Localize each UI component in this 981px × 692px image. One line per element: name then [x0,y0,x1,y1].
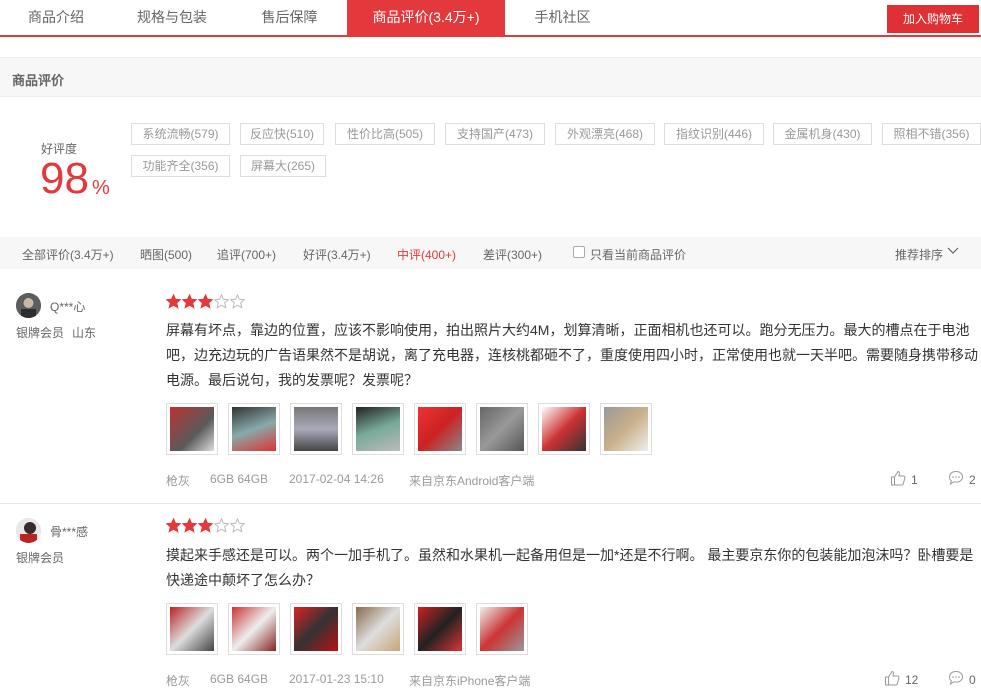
photo-thumbnail[interactable] [228,403,280,455]
review-tag[interactable]: 指纹识别(446) [664,123,764,145]
photo-thumbnail[interactable] [600,403,652,455]
photo-thumbnail[interactable] [538,403,590,455]
comment-date: 2017-02-04 14:26 [289,472,384,486]
star-filled-icon [166,294,181,309]
sort-dropdown[interactable]: 推荐排序 [895,246,943,263]
photo-thumbnail[interactable] [352,603,404,655]
product-tab-bar: 商品介绍 规格与包装 售后保障 商品评价(3.4万+) 手机社区 加入购物车 [0,0,981,37]
username: 骨***感 [50,525,89,539]
only-current-checkbox[interactable] [573,246,585,258]
photo-thumbnail[interactable] [228,603,280,655]
filter-all[interactable]: 全部评价(3.4万+) [22,246,114,263]
star-rating [166,294,246,309]
avatar[interactable] [16,293,41,318]
product-color: 枪灰 [166,474,191,488]
photo-thumbnail[interactable] [166,603,218,655]
review-tag[interactable]: 外观漂亮(468) [555,123,655,145]
comment-source: 来自京东iPhone客户端 [409,674,531,688]
photo-thumbnail[interactable] [290,603,342,655]
comment-divider [0,503,981,504]
star-empty-icon [230,518,245,533]
member-level: 银牌会员 [16,551,65,565]
like-count: 12 [905,673,919,687]
star-filled-icon [198,518,213,533]
section-header: 商品评价 [0,57,981,97]
product-spec: 6GB 64GB [210,472,269,486]
add-to-cart-button[interactable]: 加入购物车 [887,5,979,33]
filter-negative[interactable]: 差评(300+) [483,246,542,263]
section-title: 商品评价 [12,73,65,88]
review-tag[interactable]: 屏幕大(265) [240,155,326,177]
comment-bubble-icon[interactable] [948,670,964,686]
photo-thumbnail[interactable] [290,403,342,455]
photo-thumbnail[interactable] [166,403,218,455]
review-tag[interactable]: 照相不错(356) [882,123,981,145]
star-filled-icon [182,294,197,309]
rating-value: 98 [40,154,89,203]
star-filled-icon [182,518,197,533]
review-tag[interactable]: 功能齐全(356) [131,155,230,177]
star-filled-icon [198,294,213,309]
filter-followup[interactable]: 追评(700+) [217,246,276,263]
star-rating [166,518,246,533]
tab-after-sales[interactable]: 售后保障 [232,0,347,35]
photo-thumbnail[interactable] [414,403,466,455]
member-level: 银牌会员 [16,326,65,340]
thumbs-up-icon[interactable] [884,670,900,686]
reply-count: 2 [969,473,976,487]
user-location: 山东 [72,326,97,340]
product-spec: 6GB 64GB [210,672,269,686]
review-tag[interactable]: 金属机身(430) [773,123,872,145]
review-tag[interactable]: 系统流畅(579) [131,123,230,145]
tab-specs[interactable]: 规格与包装 [112,0,232,35]
filter-neutral[interactable]: 中评(400+) [397,246,456,263]
review-filter-bar: 全部评价(3.4万+) 晒图(500) 追评(700+) 好评(3.4万+) 中… [0,237,981,269]
comment-bubble-icon[interactable] [948,470,964,486]
product-color: 枪灰 [166,674,191,688]
comment-text: 摸起来手感还是可以。两个一加手机了。虽然和水果机一起备用但是一加*还是不行啊。 … [166,547,974,588]
filter-photos[interactable]: 晒图(500) [140,246,192,263]
tab-reviews[interactable]: 商品评价(3.4万+) [347,0,505,35]
reply-count: 0 [969,673,976,687]
star-empty-icon [230,294,245,309]
review-tag[interactable]: 性价比高(505) [335,123,435,145]
thumbs-up-icon[interactable] [890,470,906,486]
avatar[interactable] [16,518,41,543]
photo-thumbnail[interactable] [414,603,466,655]
comment-date: 2017-01-23 15:10 [289,672,384,686]
star-filled-icon [166,518,181,533]
only-current-label[interactable]: 只看当前商品评价 [590,246,686,263]
photo-thumbnail[interactable] [352,403,404,455]
chevron-down-icon[interactable] [947,245,959,257]
comment-source: 来自京东Android客户端 [409,474,535,488]
review-tag[interactable]: 反应快(510) [240,123,324,145]
photo-thumbnail[interactable] [476,403,528,455]
comment-text: 屏幕有坏点，靠边的位置，应该不影响使用，拍出照片大约4M，划算清晰，正面相机也还… [166,322,978,388]
like-count: 1 [911,473,918,487]
star-empty-icon [214,294,229,309]
tab-product-intro[interactable]: 商品介绍 [0,0,112,35]
filter-positive[interactable]: 好评(3.4万+) [303,246,371,263]
tab-community[interactable]: 手机社区 [505,0,620,35]
rating-unit: % [92,177,110,199]
photo-thumbnail[interactable] [476,603,528,655]
username: Q***心 [50,300,86,314]
review-tag[interactable]: 支持国产(473) [445,123,545,145]
star-empty-icon [214,518,229,533]
